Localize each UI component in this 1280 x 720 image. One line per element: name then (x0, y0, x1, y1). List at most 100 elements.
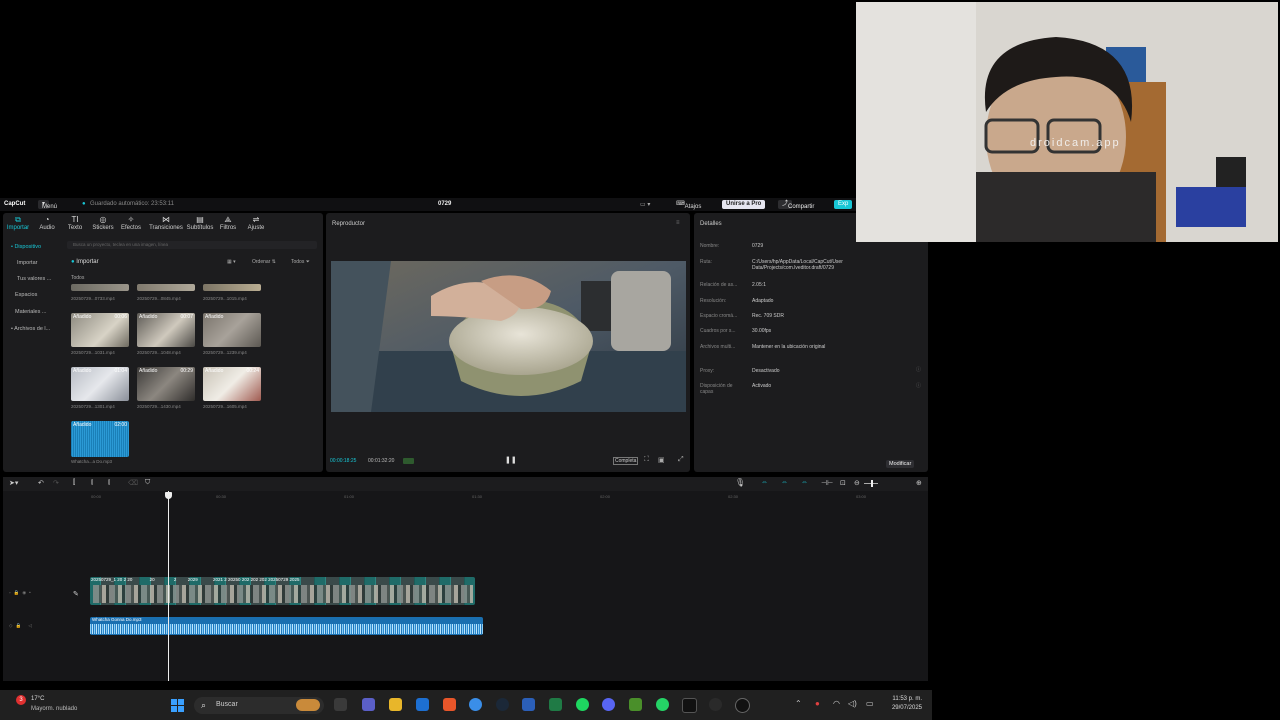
audio-thumb[interactable]: Añadido 02:00 (71, 421, 129, 457)
split-left-icon[interactable]: ⫾ (91, 479, 93, 487)
volume-icon[interactable]: ◁) (848, 699, 857, 708)
capcut-icon[interactable] (682, 698, 697, 713)
sidebar-item-your-values[interactable]: Tus valores ... (17, 276, 51, 282)
sidebar-item-spaces[interactable]: Espacios (15, 292, 37, 298)
export-button[interactable]: Exp (834, 200, 853, 209)
modify-button[interactable]: Modificar (886, 460, 915, 468)
link-main-icon[interactable]: ⇔ (761, 479, 768, 486)
fit-icon[interactable]: ⛶ (644, 456, 649, 464)
split-right-icon[interactable]: ⫾ (108, 479, 110, 487)
zoom-in-icon[interactable]: ⊕ (916, 479, 922, 487)
link-icon[interactable]: ⇔ (801, 479, 808, 486)
wifi-icon[interactable]: ◠ (833, 699, 840, 708)
redo-icon[interactable]: ↷ (53, 479, 59, 487)
layers-info-icon[interactable]: ⓘ (916, 382, 921, 389)
audio-track[interactable]: Whatcha Gonna Do.mp3 (90, 617, 483, 635)
zoom-out-icon[interactable]: ⊖ (854, 479, 860, 487)
magnet-icon[interactable]: ⇔ (781, 479, 788, 486)
excel-icon[interactable] (549, 698, 562, 711)
delete-icon[interactable]: ⌫ (128, 479, 138, 487)
video-track-controls[interactable]: ▫🔒◉• (9, 590, 34, 596)
split-icon[interactable]: ⫿ (73, 479, 75, 487)
layout-icon[interactable]: ▭ ▾ (640, 201, 650, 208)
media-thumb[interactable] (203, 284, 261, 291)
sort-button[interactable]: Ordenar ⇅ (252, 259, 276, 265)
sidebar-item-files[interactable]: • Archivos de l... (11, 326, 50, 332)
mic-icon[interactable]: 🎙 (735, 478, 745, 487)
teams-icon[interactable] (362, 698, 375, 711)
shortcuts-button[interactable]: ⌨ Atajos (672, 200, 701, 210)
media-thumb[interactable]: Añadido (203, 313, 261, 347)
clock-time[interactable]: 11:53 p. m. (884, 696, 922, 702)
preview-axis-icon[interactable]: ⊣⊢ (821, 479, 833, 487)
zoom-slider-handle[interactable] (871, 480, 873, 487)
detail-value[interactable]: Desactivado (752, 368, 780, 374)
media-thumb[interactable]: Añadido 00:07 (137, 313, 195, 347)
playhead-handle[interactable] (165, 492, 172, 499)
tool-filters[interactable]: ⟁ Filtros (215, 215, 241, 231)
proxy-info-icon[interactable]: ⓘ (916, 366, 921, 373)
sidebar-item-import[interactable]: Importar (17, 260, 37, 266)
discord-icon[interactable] (602, 698, 615, 711)
whatsapp-icon[interactable] (656, 698, 669, 711)
media-thumb[interactable] (71, 284, 129, 291)
timeline[interactable]: 00:00 00:30 01:00 01:30 02:00 02:30 03:0… (3, 491, 928, 681)
menu-button[interactable]: Menú ▾ (38, 200, 57, 210)
undo-icon[interactable]: ↶ (38, 479, 44, 487)
media-thumb[interactable]: Añadido 00:24 (203, 367, 261, 401)
media-thumb[interactable] (137, 284, 195, 291)
word-icon[interactable] (522, 698, 535, 711)
brave-icon[interactable] (443, 698, 456, 711)
sidebar-item-materials[interactable]: Materiales ... (15, 309, 46, 315)
tool-effects[interactable]: ✧ Efectos (118, 215, 144, 231)
task-view-icon[interactable] (334, 698, 347, 711)
minecraft-icon[interactable] (629, 698, 642, 711)
fullscreen-icon[interactable]: ⤢ (678, 456, 684, 464)
tool-import[interactable]: ⧉ Importar (5, 215, 31, 231)
playhead[interactable] (168, 491, 169, 681)
steam-icon[interactable] (496, 698, 509, 711)
cover-edit-icon[interactable]: ✎ (73, 590, 79, 598)
total-time: 00:01:32:20 (368, 458, 395, 464)
weather-temp[interactable]: 17°C (31, 696, 44, 702)
pause-icon[interactable]: ❚❚ (505, 456, 517, 464)
video-preview[interactable] (331, 261, 686, 412)
clock-date[interactable]: 29/07/2025 (884, 705, 922, 711)
app-icon[interactable] (709, 698, 722, 711)
battery-icon[interactable]: ▭ (866, 699, 874, 708)
media-thumb[interactable]: Añadido 00:06 (71, 313, 129, 347)
search-input[interactable]: Busca un proyecto, teclea en una imagen,… (67, 241, 317, 249)
marker-icon[interactable]: ⛉ (145, 479, 150, 487)
aspect-icon[interactable]: ▣ (658, 456, 665, 464)
weather-desc[interactable]: Mayorm. nublado (31, 706, 77, 712)
chrome-icon[interactable] (469, 698, 482, 711)
tool-transitions[interactable]: ⋈ Transiciones (149, 215, 183, 231)
start-windows-icon[interactable] (171, 699, 184, 712)
tool-text[interactable]: TI Texto (62, 215, 88, 231)
media-thumb[interactable]: Añadido 01:04 (71, 367, 129, 401)
obs-icon[interactable] (735, 698, 750, 713)
detail-value[interactable]: Activado (752, 383, 771, 389)
taskbar-search[interactable]: ⌕ Buscar (194, 697, 324, 714)
player-menu-icon[interactable]: ≡ (676, 220, 680, 226)
file-explorer-icon[interactable] (389, 698, 402, 711)
tool-stickers[interactable]: ◎ Stickers (90, 215, 116, 231)
audio-track-controls[interactable]: ◇🔒 ◁ (9, 623, 35, 629)
join-pro-button[interactable]: Unirse a Pro (722, 200, 766, 209)
store-icon[interactable] (416, 698, 429, 711)
tray-chevron-icon[interactable]: ⌃ (795, 699, 802, 708)
import-button[interactable]: ● Importar (71, 259, 99, 265)
media-thumb[interactable]: Añadido 00:29 (137, 367, 195, 401)
sidebar-item-device[interactable]: • Dispositivo (11, 244, 41, 250)
filter-button[interactable]: Todos ⏷ (291, 259, 310, 265)
spotify-icon[interactable] (576, 698, 589, 711)
tool-subtitles[interactable]: ▤ Subtítulos (185, 215, 215, 231)
mic-tray-icon[interactable]: ● (815, 699, 820, 708)
ratio-button[interactable]: Completa (613, 457, 639, 465)
select-tool-icon[interactable]: ➤▾ (9, 479, 18, 487)
share-button[interactable]: ⤴ Compartir (778, 200, 814, 210)
tool-adjust[interactable]: ⇌ Ajuste (243, 215, 269, 231)
tool-audio[interactable]: ◔ Audio (34, 215, 60, 231)
fit-timeline-icon[interactable]: ⊡ (840, 479, 846, 487)
view-toggle-icon[interactable]: ▦ ▾ (227, 259, 236, 265)
